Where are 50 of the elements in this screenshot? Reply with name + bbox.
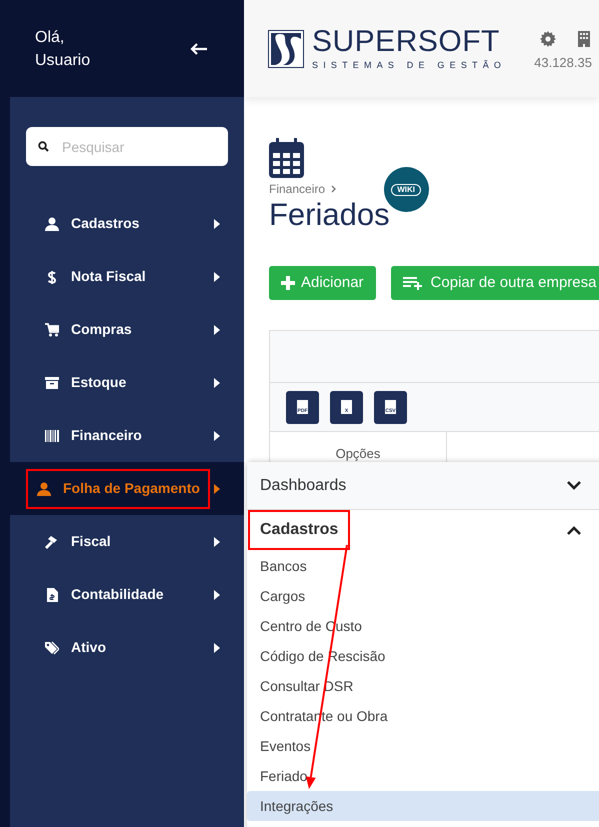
nav-icon — [45, 588, 59, 602]
submenu-item[interactable]: Bancos — [247, 551, 599, 581]
caret-icon — [214, 324, 220, 334]
brand-tagline: SISTEMAS DE GESTÃO — [312, 58, 506, 70]
caret-icon — [214, 430, 220, 440]
plus-icon — [281, 276, 295, 290]
caret-icon — [214, 590, 220, 600]
nav-item[interactable]: Nota Fiscal — [10, 250, 244, 303]
nav-icon — [45, 270, 59, 284]
nav-icon — [37, 482, 51, 496]
nav-icon — [45, 216, 59, 230]
nav-icon — [45, 428, 59, 442]
section-header[interactable]: Dashboards — [247, 462, 599, 510]
nav-icon — [45, 322, 59, 336]
greeting-text: Usuario — [35, 50, 90, 70]
submenu-item[interactable]: Cargos — [247, 581, 599, 611]
nav-item[interactable]: Folha de Pagamento — [10, 462, 244, 515]
nav-item[interactable]: Estoque — [10, 356, 244, 409]
chevron-down-icon — [567, 481, 581, 490]
chevron-icon — [331, 185, 338, 193]
nav-icon — [45, 534, 59, 548]
submenu-item[interactable]: Feriado — [247, 761, 599, 791]
building-icon[interactable] — [578, 30, 590, 47]
nav-item[interactable]: Financeiro — [10, 409, 244, 462]
breadcrumb-link[interactable]: Financeiro — [269, 180, 326, 198]
submenu-item[interactable]: Integrações — [247, 791, 599, 821]
calendar-icon — [269, 138, 304, 178]
caret-icon — [214, 642, 220, 652]
caret-icon — [214, 536, 220, 546]
greeting-text: Olá, — [35, 28, 66, 48]
caret-icon — [214, 218, 220, 228]
chevron-up-icon — [567, 526, 581, 534]
list-add-icon — [402, 276, 425, 290]
brand-name: SUPERSOFT — [312, 26, 501, 56]
caret-icon — [214, 378, 220, 388]
account-number: 43.128.35 — [534, 54, 592, 72]
caret-icon — [214, 484, 220, 494]
nav-item[interactable]: Compras — [10, 303, 244, 356]
nav-icon — [45, 376, 59, 390]
nav-item[interactable]: Fiscal — [10, 515, 244, 568]
nav-item[interactable]: Contabilidade — [10, 568, 244, 621]
logo-icon — [268, 30, 304, 68]
submenu-item[interactable]: Eventos — [247, 731, 599, 761]
back-arrow-icon[interactable] — [190, 42, 208, 54]
nav-icon — [45, 640, 59, 654]
settings-icon[interactable] — [540, 30, 556, 47]
search-field[interactable]: Pesquisar — [26, 127, 228, 166]
caret-icon — [214, 272, 220, 282]
nav-item[interactable]: Cadastros — [10, 197, 244, 250]
nav-item[interactable]: Ativo — [10, 621, 244, 674]
